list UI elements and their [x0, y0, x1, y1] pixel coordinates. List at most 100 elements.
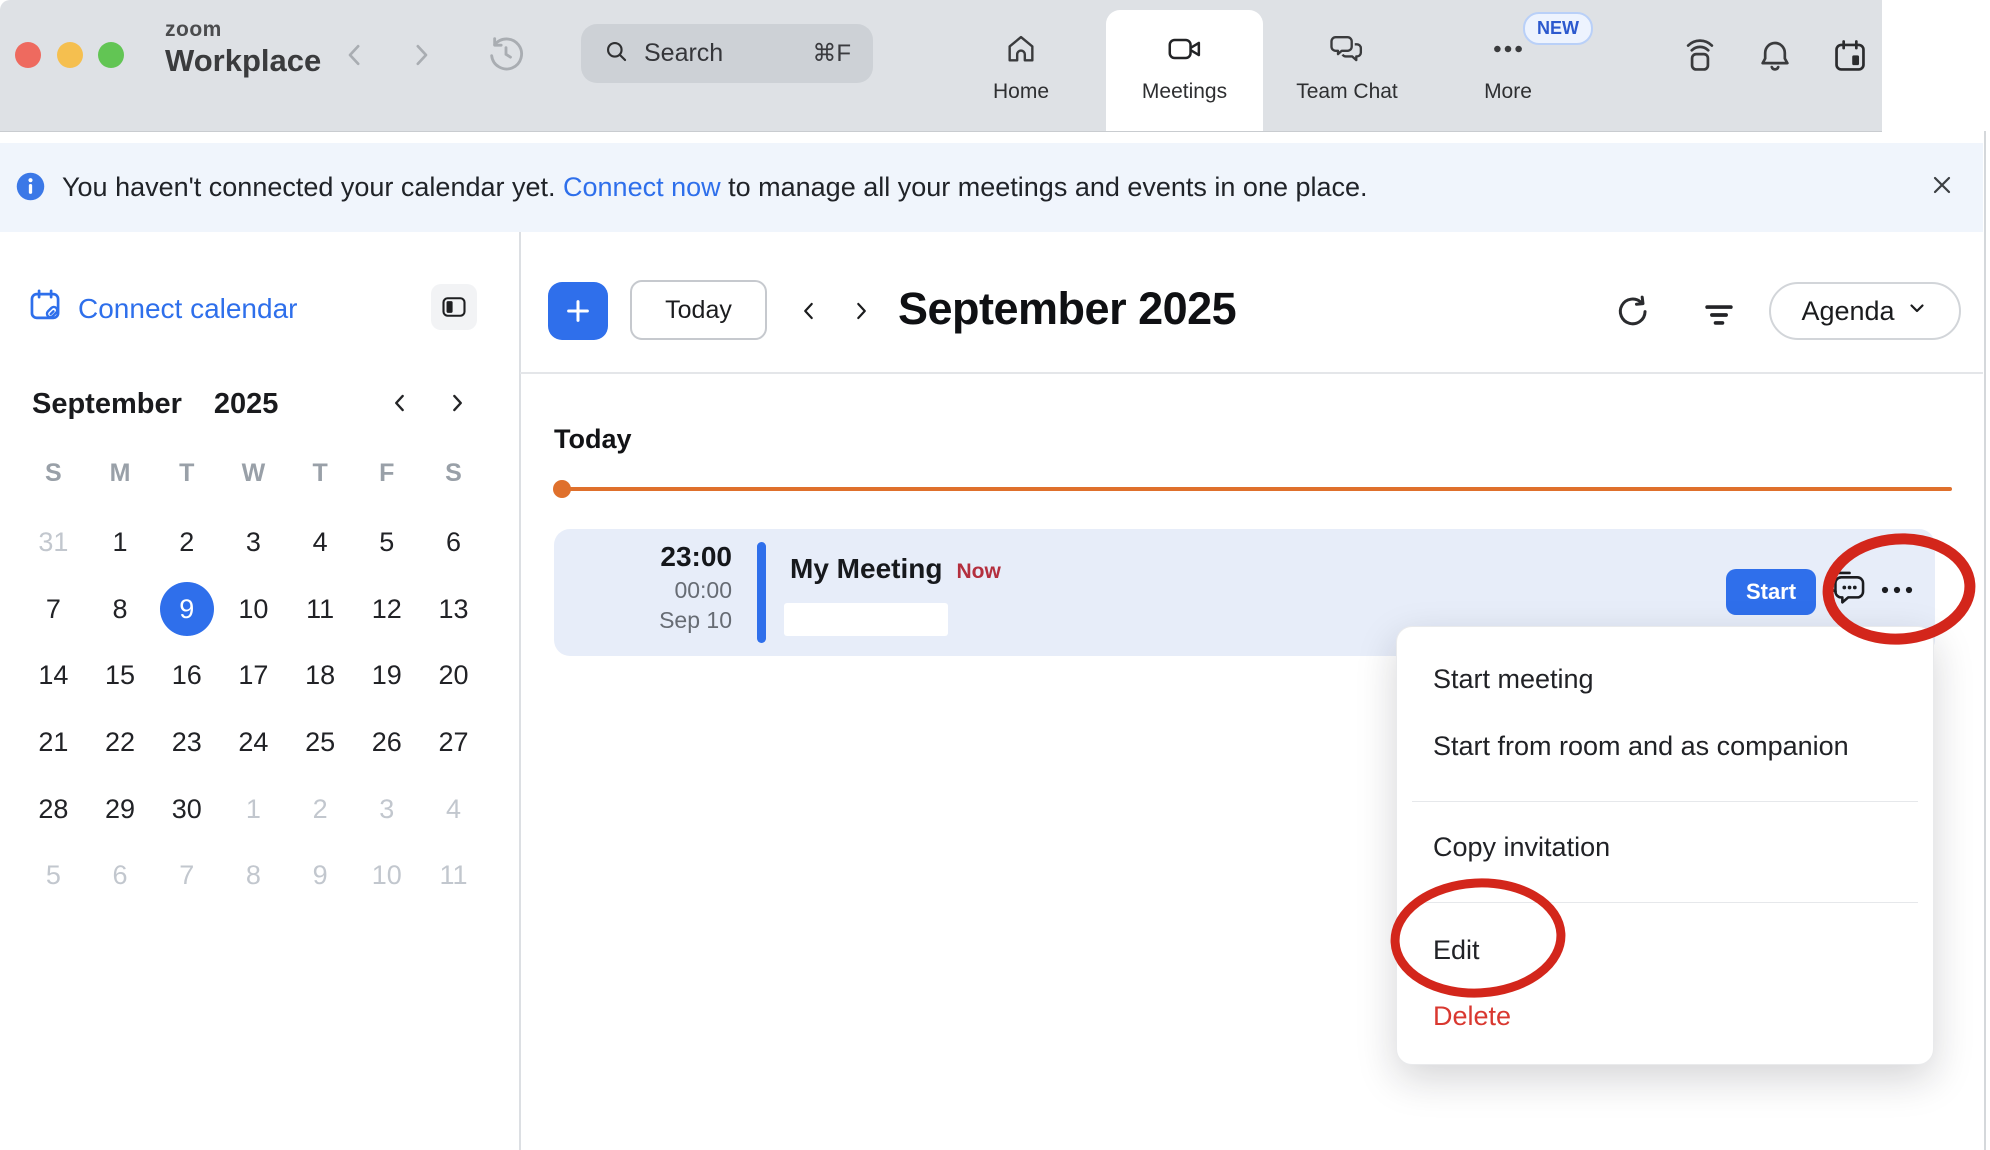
mini-calendar-month: September — [32, 388, 182, 421]
panel-layout-icon — [440, 293, 468, 321]
search-icon — [603, 38, 630, 70]
prev-period-icon[interactable] — [796, 298, 822, 329]
calendar-icon[interactable] — [1831, 36, 1869, 81]
today-button[interactable]: Today — [630, 280, 767, 340]
filter-icon[interactable] — [1700, 296, 1738, 339]
mini-calendar-day[interactable]: 25 — [287, 709, 354, 776]
mini-calendar-day[interactable]: 6 — [87, 842, 154, 909]
mini-calendar-day[interactable]: 12 — [353, 576, 420, 643]
tab-home-label: Home — [993, 80, 1049, 104]
mini-calendar-day[interactable]: 2 — [287, 776, 354, 843]
connect-calendar-link[interactable]: Connect calendar — [28, 287, 297, 330]
mini-calendar-day[interactable]: 14 — [20, 642, 87, 709]
mini-calendar-day[interactable]: 13 — [420, 576, 487, 643]
mini-calendar-year: 2025 — [214, 388, 279, 421]
view-selector-dropdown[interactable]: Agenda — [1769, 282, 1961, 340]
mini-calendar-header: September 2025 — [32, 388, 278, 421]
nav-forward-icon[interactable] — [406, 38, 436, 77]
mini-calendar-day[interactable]: 7 — [20, 576, 87, 643]
menu-item-delete[interactable]: Delete — [1433, 989, 1897, 1043]
header-divider — [520, 372, 1983, 374]
mini-calendar-day[interactable]: 5 — [353, 509, 420, 576]
new-badge: NEW — [1523, 12, 1593, 45]
tab-home[interactable]: Home — [946, 10, 1096, 131]
mini-calendar-grid: 3112345678910111213141516171819202122232… — [20, 509, 487, 909]
mini-calendar-day[interactable]: 24 — [220, 709, 287, 776]
mini-calendar-day[interactable]: 22 — [87, 709, 154, 776]
meeting-end-date: Sep 10 — [659, 607, 732, 634]
tab-meetings[interactable]: Meetings — [1106, 10, 1263, 131]
calendar-day-header: W — [220, 448, 287, 498]
mini-calendar-day[interactable]: 4 — [287, 509, 354, 576]
history-icon[interactable] — [486, 34, 526, 79]
sidebar-panel-toggle-button[interactable] — [431, 284, 477, 330]
mini-calendar-day[interactable]: 15 — [87, 642, 154, 709]
window-close-button[interactable] — [15, 42, 41, 68]
mini-calendar-day[interactable]: 17 — [220, 642, 287, 709]
mini-calendar-day[interactable]: 9 — [287, 842, 354, 909]
mini-calendar-day[interactable]: 23 — [153, 709, 220, 776]
sidebar-divider — [519, 232, 521, 1150]
window-right-edge — [1984, 131, 1986, 1150]
mini-calendar-day[interactable]: 16 — [153, 642, 220, 709]
mini-calendar-prev-icon[interactable] — [387, 390, 413, 421]
mini-calendar-day[interactable]: 27 — [420, 709, 487, 776]
menu-item-copy-invitation[interactable]: Copy invitation — [1433, 820, 1897, 874]
refresh-icon[interactable] — [1614, 293, 1652, 336]
mini-calendar-day[interactable]: 10 — [220, 576, 287, 643]
tab-team-chat[interactable]: Team Chat — [1267, 10, 1427, 131]
mini-calendar-day[interactable]: 21 — [20, 709, 87, 776]
banner-close-icon[interactable] — [1928, 171, 1956, 204]
mini-calendar-day[interactable]: 1 — [220, 776, 287, 843]
mini-calendar-day[interactable]: 7 — [153, 842, 220, 909]
mini-calendar-day-headers: SMTWTFS — [20, 448, 487, 498]
mini-calendar-day[interactable]: 28 — [20, 776, 87, 843]
app-logo: zoom Workplace — [165, 19, 321, 76]
mini-calendar-day[interactable]: 20 — [420, 642, 487, 709]
menu-item-start-meeting[interactable]: Start meeting — [1433, 652, 1897, 706]
start-meeting-button[interactable]: Start — [1726, 569, 1816, 615]
notifications-bell-icon[interactable] — [1756, 36, 1794, 81]
mini-calendar-day[interactable]: 3 — [220, 509, 287, 576]
mini-calendar-day[interactable]: 18 — [287, 642, 354, 709]
mini-calendar-day[interactable]: 19 — [353, 642, 420, 709]
mini-calendar-day[interactable]: 3 — [353, 776, 420, 843]
logo-zoom-text: zoom — [165, 19, 321, 40]
mini-calendar-day[interactable]: 2 — [153, 509, 220, 576]
mini-calendar-day[interactable]: 6 — [420, 509, 487, 576]
mini-calendar-day[interactable]: 10 — [353, 842, 420, 909]
zoom-workplace-window: zoom Workplace Search ⌘F Home — [0, 0, 1990, 1150]
mini-calendar-day[interactable]: 4 — [420, 776, 487, 843]
menu-item-start-from-room-and-as-companion[interactable]: Start from room and as companion — [1433, 719, 1897, 773]
video-camera-icon — [1167, 32, 1203, 71]
mini-calendar-day[interactable]: 9 — [153, 576, 220, 643]
search-input[interactable]: Search ⌘F — [581, 24, 873, 83]
meeting-end-time: 00:00 — [674, 577, 732, 604]
calendar-link-icon — [28, 287, 66, 330]
mini-calendar-next-icon[interactable] — [444, 390, 470, 421]
mini-calendar-day[interactable]: 31 — [20, 509, 87, 576]
info-icon — [14, 170, 47, 208]
mini-calendar-day[interactable]: 26 — [353, 709, 420, 776]
search-placeholder: Search — [644, 39, 798, 68]
window-zoom-button[interactable] — [98, 42, 124, 68]
meeting-more-options-icon[interactable] — [1880, 583, 1914, 602]
mini-calendar-day[interactable]: 30 — [153, 776, 220, 843]
mini-calendar-day[interactable]: 11 — [420, 842, 487, 909]
redacted-meeting-id — [784, 603, 948, 636]
nav-back-icon[interactable] — [340, 38, 370, 77]
mini-calendar-day[interactable]: 8 — [87, 576, 154, 643]
meeting-chat-icon[interactable] — [1826, 569, 1868, 614]
connect-now-link[interactable]: Connect now — [563, 172, 721, 202]
new-meeting-button[interactable] — [548, 282, 608, 340]
connect-calendar-label: Connect calendar — [78, 293, 297, 325]
rooms-icon[interactable] — [1681, 36, 1719, 81]
window-minimize-button[interactable] — [57, 42, 83, 68]
mini-calendar-day[interactable]: 11 — [287, 576, 354, 643]
mini-calendar-day[interactable]: 5 — [20, 842, 87, 909]
next-period-icon[interactable] — [848, 298, 874, 329]
menu-item-edit[interactable]: Edit — [1433, 923, 1897, 977]
mini-calendar-day[interactable]: 29 — [87, 776, 154, 843]
mini-calendar-day[interactable]: 1 — [87, 509, 154, 576]
mini-calendar-day[interactable]: 8 — [220, 842, 287, 909]
